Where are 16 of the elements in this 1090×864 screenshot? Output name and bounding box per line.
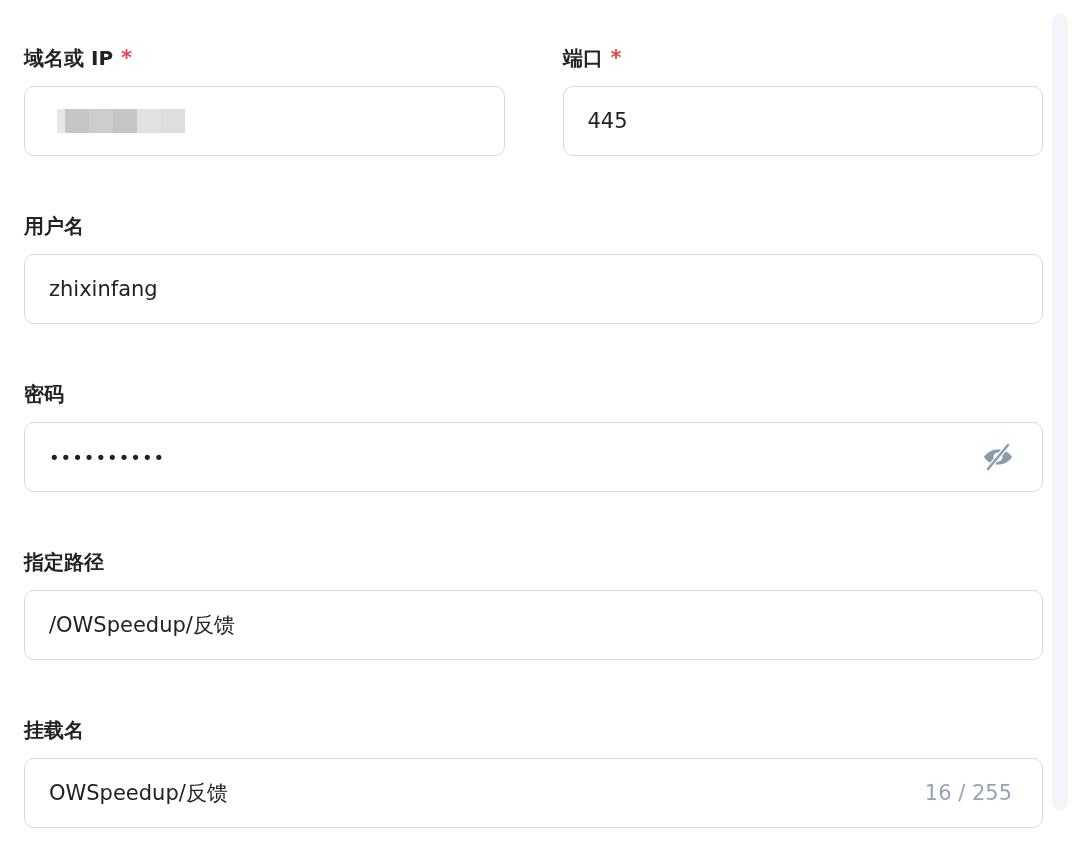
input-field[interactable]: /OWSpeedup/反馈 bbox=[24, 590, 1043, 660]
input-field[interactable]: •••••••••• bbox=[24, 422, 1043, 492]
input-field[interactable]: zhixinfang bbox=[24, 254, 1043, 324]
eye-slash-icon[interactable] bbox=[982, 443, 1014, 471]
input-field[interactable]: OWSpeedup/反馈 16 / 255 bbox=[24, 758, 1043, 828]
input-field[interactable] bbox=[24, 86, 505, 156]
field-label: 密码 bbox=[24, 380, 64, 408]
character-counter: 16 / 255 bbox=[924, 781, 1012, 805]
field-label: 端口 bbox=[562, 44, 603, 72]
field-label: 指定路径 bbox=[24, 548, 104, 576]
required-mark: * bbox=[610, 46, 622, 70]
field-label: 用户名 bbox=[24, 212, 84, 240]
field-label: 挂载名 bbox=[24, 716, 84, 744]
required-mark: * bbox=[121, 46, 133, 70]
input-field[interactable]: 445 bbox=[562, 86, 1043, 156]
field-label: 域名或 IP bbox=[24, 44, 114, 72]
